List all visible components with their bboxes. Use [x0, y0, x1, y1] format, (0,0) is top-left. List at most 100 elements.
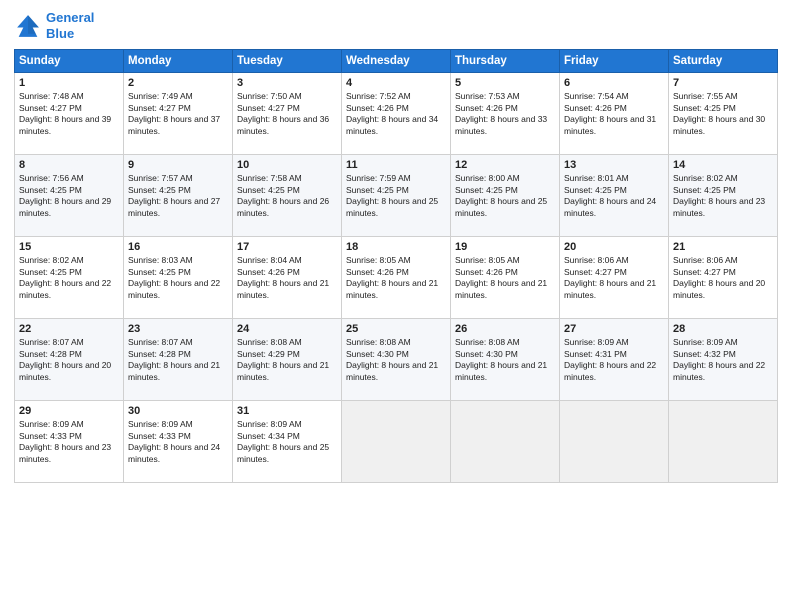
- day-info: Sunrise: 8:06 AMSunset: 4:27 PMDaylight:…: [673, 255, 765, 299]
- calendar-cell: 8 Sunrise: 7:56 AMSunset: 4:25 PMDayligh…: [15, 155, 124, 237]
- day-info: Sunrise: 8:01 AMSunset: 4:25 PMDaylight:…: [564, 173, 656, 217]
- calendar-cell: 16 Sunrise: 8:03 AMSunset: 4:25 PMDaylig…: [124, 237, 233, 319]
- calendar-cell: 9 Sunrise: 7:57 AMSunset: 4:25 PMDayligh…: [124, 155, 233, 237]
- day-info: Sunrise: 8:07 AMSunset: 4:28 PMDaylight:…: [128, 337, 220, 381]
- day-number: 22: [19, 323, 119, 335]
- day-info: Sunrise: 8:05 AMSunset: 4:26 PMDaylight:…: [346, 255, 438, 299]
- day-info: Sunrise: 7:53 AMSunset: 4:26 PMDaylight:…: [455, 91, 547, 135]
- day-info: Sunrise: 7:56 AMSunset: 4:25 PMDaylight:…: [19, 173, 111, 217]
- weekday-header-tuesday: Tuesday: [233, 50, 342, 73]
- day-number: 10: [237, 159, 337, 171]
- day-number: 18: [346, 241, 446, 253]
- calendar-week-4: 22 Sunrise: 8:07 AMSunset: 4:28 PMDaylig…: [15, 319, 778, 401]
- calendar-cell: [451, 401, 560, 483]
- day-info: Sunrise: 8:03 AMSunset: 4:25 PMDaylight:…: [128, 255, 220, 299]
- calendar-cell: 29 Sunrise: 8:09 AMSunset: 4:33 PMDaylig…: [15, 401, 124, 483]
- header: General Blue: [14, 10, 778, 41]
- logo: General Blue: [14, 10, 94, 41]
- calendar-cell: 7 Sunrise: 7:55 AMSunset: 4:25 PMDayligh…: [669, 73, 778, 155]
- day-number: 19: [455, 241, 555, 253]
- day-info: Sunrise: 7:50 AMSunset: 4:27 PMDaylight:…: [237, 91, 329, 135]
- calendar-cell: 11 Sunrise: 7:59 AMSunset: 4:25 PMDaylig…: [342, 155, 451, 237]
- day-number: 15: [19, 241, 119, 253]
- calendar-week-2: 8 Sunrise: 7:56 AMSunset: 4:25 PMDayligh…: [15, 155, 778, 237]
- day-number: 2: [128, 77, 228, 89]
- day-number: 12: [455, 159, 555, 171]
- calendar-cell: 30 Sunrise: 8:09 AMSunset: 4:33 PMDaylig…: [124, 401, 233, 483]
- day-number: 11: [346, 159, 446, 171]
- day-info: Sunrise: 7:58 AMSunset: 4:25 PMDaylight:…: [237, 173, 329, 217]
- calendar-cell: 1 Sunrise: 7:48 AMSunset: 4:27 PMDayligh…: [15, 73, 124, 155]
- page-container: General Blue SundayMondayTuesdayWednesda…: [0, 0, 792, 493]
- day-info: Sunrise: 8:08 AMSunset: 4:30 PMDaylight:…: [455, 337, 547, 381]
- calendar-table: SundayMondayTuesdayWednesdayThursdayFrid…: [14, 49, 778, 483]
- day-number: 20: [564, 241, 664, 253]
- day-number: 9: [128, 159, 228, 171]
- calendar-body: 1 Sunrise: 7:48 AMSunset: 4:27 PMDayligh…: [15, 73, 778, 483]
- day-info: Sunrise: 8:09 AMSunset: 4:32 PMDaylight:…: [673, 337, 765, 381]
- calendar-week-1: 1 Sunrise: 7:48 AMSunset: 4:27 PMDayligh…: [15, 73, 778, 155]
- day-info: Sunrise: 8:08 AMSunset: 4:29 PMDaylight:…: [237, 337, 329, 381]
- calendar-cell: 20 Sunrise: 8:06 AMSunset: 4:27 PMDaylig…: [560, 237, 669, 319]
- day-info: Sunrise: 8:09 AMSunset: 4:34 PMDaylight:…: [237, 419, 329, 463]
- day-number: 28: [673, 323, 773, 335]
- day-number: 17: [237, 241, 337, 253]
- day-info: Sunrise: 8:09 AMSunset: 4:33 PMDaylight:…: [19, 419, 111, 463]
- logo-blue: Blue: [46, 26, 74, 41]
- calendar-cell: 2 Sunrise: 7:49 AMSunset: 4:27 PMDayligh…: [124, 73, 233, 155]
- day-number: 3: [237, 77, 337, 89]
- calendar-cell: 5 Sunrise: 7:53 AMSunset: 4:26 PMDayligh…: [451, 73, 560, 155]
- day-number: 1: [19, 77, 119, 89]
- logo-general: General: [46, 10, 94, 25]
- day-info: Sunrise: 8:06 AMSunset: 4:27 PMDaylight:…: [564, 255, 656, 299]
- weekday-header-friday: Friday: [560, 50, 669, 73]
- weekday-header-thursday: Thursday: [451, 50, 560, 73]
- day-number: 23: [128, 323, 228, 335]
- day-number: 8: [19, 159, 119, 171]
- calendar-cell: 24 Sunrise: 8:08 AMSunset: 4:29 PMDaylig…: [233, 319, 342, 401]
- day-info: Sunrise: 8:02 AMSunset: 4:25 PMDaylight:…: [673, 173, 765, 217]
- calendar-cell: [560, 401, 669, 483]
- day-number: 14: [673, 159, 773, 171]
- calendar-cell: 4 Sunrise: 7:52 AMSunset: 4:26 PMDayligh…: [342, 73, 451, 155]
- day-info: Sunrise: 7:59 AMSunset: 4:25 PMDaylight:…: [346, 173, 438, 217]
- day-info: Sunrise: 7:52 AMSunset: 4:26 PMDaylight:…: [346, 91, 438, 135]
- calendar-cell: 14 Sunrise: 8:02 AMSunset: 4:25 PMDaylig…: [669, 155, 778, 237]
- day-info: Sunrise: 8:04 AMSunset: 4:26 PMDaylight:…: [237, 255, 329, 299]
- calendar-header: SundayMondayTuesdayWednesdayThursdayFrid…: [15, 50, 778, 73]
- day-number: 31: [237, 405, 337, 417]
- day-number: 4: [346, 77, 446, 89]
- weekday-row: SundayMondayTuesdayWednesdayThursdayFrid…: [15, 50, 778, 73]
- weekday-header-saturday: Saturday: [669, 50, 778, 73]
- weekday-header-monday: Monday: [124, 50, 233, 73]
- calendar-cell: 18 Sunrise: 8:05 AMSunset: 4:26 PMDaylig…: [342, 237, 451, 319]
- logo-text: General Blue: [46, 10, 94, 41]
- day-info: Sunrise: 8:09 AMSunset: 4:31 PMDaylight:…: [564, 337, 656, 381]
- calendar-cell: 22 Sunrise: 8:07 AMSunset: 4:28 PMDaylig…: [15, 319, 124, 401]
- calendar-cell: 28 Sunrise: 8:09 AMSunset: 4:32 PMDaylig…: [669, 319, 778, 401]
- calendar-cell: [342, 401, 451, 483]
- calendar-cell: 15 Sunrise: 8:02 AMSunset: 4:25 PMDaylig…: [15, 237, 124, 319]
- calendar-week-3: 15 Sunrise: 8:02 AMSunset: 4:25 PMDaylig…: [15, 237, 778, 319]
- day-info: Sunrise: 7:55 AMSunset: 4:25 PMDaylight:…: [673, 91, 765, 135]
- calendar-cell: 6 Sunrise: 7:54 AMSunset: 4:26 PMDayligh…: [560, 73, 669, 155]
- day-info: Sunrise: 8:08 AMSunset: 4:30 PMDaylight:…: [346, 337, 438, 381]
- day-number: 26: [455, 323, 555, 335]
- day-number: 6: [564, 77, 664, 89]
- day-info: Sunrise: 8:09 AMSunset: 4:33 PMDaylight:…: [128, 419, 220, 463]
- day-number: 24: [237, 323, 337, 335]
- day-number: 29: [19, 405, 119, 417]
- day-number: 13: [564, 159, 664, 171]
- weekday-header-sunday: Sunday: [15, 50, 124, 73]
- day-info: Sunrise: 7:48 AMSunset: 4:27 PMDaylight:…: [19, 91, 111, 135]
- calendar-cell: 19 Sunrise: 8:05 AMSunset: 4:26 PMDaylig…: [451, 237, 560, 319]
- calendar-cell: 17 Sunrise: 8:04 AMSunset: 4:26 PMDaylig…: [233, 237, 342, 319]
- calendar-cell: 21 Sunrise: 8:06 AMSunset: 4:27 PMDaylig…: [669, 237, 778, 319]
- day-info: Sunrise: 8:05 AMSunset: 4:26 PMDaylight:…: [455, 255, 547, 299]
- day-number: 5: [455, 77, 555, 89]
- calendar-cell: 3 Sunrise: 7:50 AMSunset: 4:27 PMDayligh…: [233, 73, 342, 155]
- day-info: Sunrise: 7:57 AMSunset: 4:25 PMDaylight:…: [128, 173, 220, 217]
- calendar-cell: 12 Sunrise: 8:00 AMSunset: 4:25 PMDaylig…: [451, 155, 560, 237]
- calendar-cell: 25 Sunrise: 8:08 AMSunset: 4:30 PMDaylig…: [342, 319, 451, 401]
- calendar-cell: 31 Sunrise: 8:09 AMSunset: 4:34 PMDaylig…: [233, 401, 342, 483]
